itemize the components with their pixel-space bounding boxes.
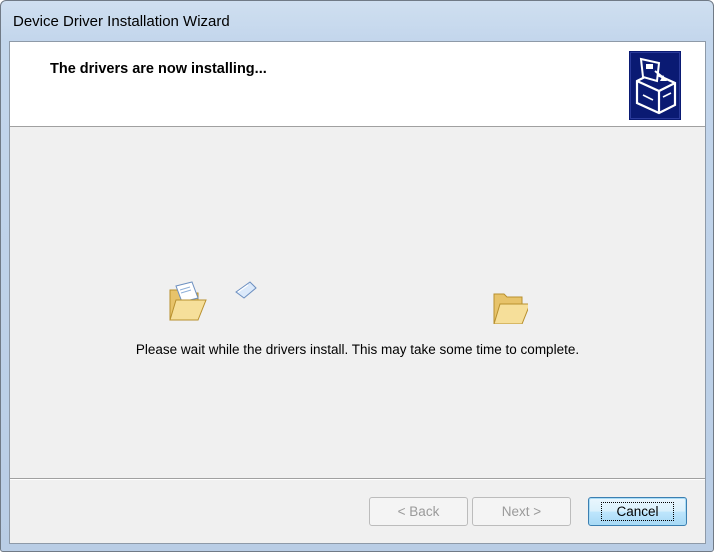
copy-animation — [169, 281, 528, 324]
cancel-button-label: Cancel — [601, 502, 674, 521]
back-button-label: < Back — [397, 504, 440, 519]
open-folder-icon — [493, 293, 528, 324]
back-button[interactable]: < Back — [369, 497, 468, 526]
next-button-label: Next > — [501, 504, 542, 519]
installer-box-icon — [629, 51, 681, 120]
cancel-button[interactable]: Cancel — [588, 497, 687, 526]
status-message: Please wait while the drivers install. T… — [135, 342, 580, 357]
wizard-client-area: The drivers are now installing... Please… — [9, 41, 706, 544]
page-title: The drivers are now installing... — [50, 61, 267, 77]
open-folder-icon — [169, 281, 207, 321]
window-title: Device Driver Installation Wizard — [13, 13, 230, 30]
title-bar[interactable]: Device Driver Installation Wizard — [1, 1, 713, 41]
wizard-window: Device Driver Installation Wizard The dr… — [0, 0, 714, 552]
flying-document-icon — [235, 281, 257, 299]
wizard-header: The drivers are now installing... — [10, 42, 705, 127]
footer-divider — [10, 478, 705, 480]
next-button[interactable]: Next > — [472, 497, 571, 526]
